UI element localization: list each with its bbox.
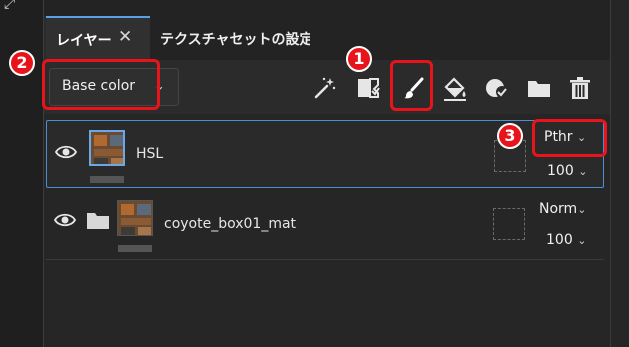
tab-layers-label: レイヤー [56, 33, 112, 49]
layer-thumbnail[interactable] [89, 130, 125, 166]
right-panel-edge [610, 0, 629, 347]
magic-wand-icon[interactable] [310, 73, 340, 103]
annotation-badge-1: 1 [346, 46, 372, 72]
annotation-badge-3: 3 [497, 123, 523, 149]
eye-icon[interactable] [55, 145, 77, 159]
tab-texture-set-settings[interactable]: テクスチャセットの設定 [150, 16, 314, 60]
annotation-badge-2: 2 [9, 50, 35, 76]
opacity-value: 100 [546, 232, 573, 248]
trash-icon[interactable] [565, 73, 595, 103]
layer-mask-slot[interactable] [493, 208, 525, 240]
panel-top-strip [44, 0, 610, 16]
chevron-down-icon: ⌄ [578, 165, 588, 178]
layer-row[interactable]: coyote_box01_mat Norm⌄ 100 ⌄ [46, 190, 604, 260]
opacity-dropdown[interactable]: 100 ⌄ [546, 232, 586, 248]
highlight-paint-brush [390, 60, 433, 111]
layer-name[interactable]: HSL [136, 146, 163, 162]
eye-icon[interactable] [54, 213, 76, 227]
chevron-down-icon: ⌄ [577, 234, 587, 247]
folder-icon [86, 210, 110, 234]
blend-mode-dropdown[interactable]: Norm⌄ [539, 201, 586, 217]
fill-mask-icon[interactable] [354, 73, 384, 103]
tab-close-icon[interactable]: ✕ [118, 27, 132, 47]
highlight-channel-dropdown [42, 59, 160, 110]
layer-name[interactable]: coyote_box01_mat [164, 216, 296, 232]
tab-layers[interactable]: レイヤー ✕ [46, 16, 150, 60]
opacity-value: 100 [547, 163, 574, 179]
expand-arrow-icon[interactable]: ⤢ [4, 0, 15, 12]
thumbnail-bar [90, 176, 124, 183]
paint-bucket-icon[interactable] [440, 73, 470, 103]
opacity-dropdown[interactable]: 100 ⌄ [547, 163, 587, 179]
chevron-down-icon: ⌄ [577, 203, 587, 216]
thumbnail-bar [118, 245, 152, 252]
layer-thumbnail[interactable] [117, 200, 153, 236]
smart-material-icon[interactable] [482, 73, 512, 103]
tab-texture-set-settings-label: テクスチャセットの設定 [160, 32, 314, 48]
blend-mode-value: Norm [539, 201, 578, 217]
highlight-blend-mode [532, 119, 607, 157]
folder-icon[interactable] [524, 73, 554, 103]
